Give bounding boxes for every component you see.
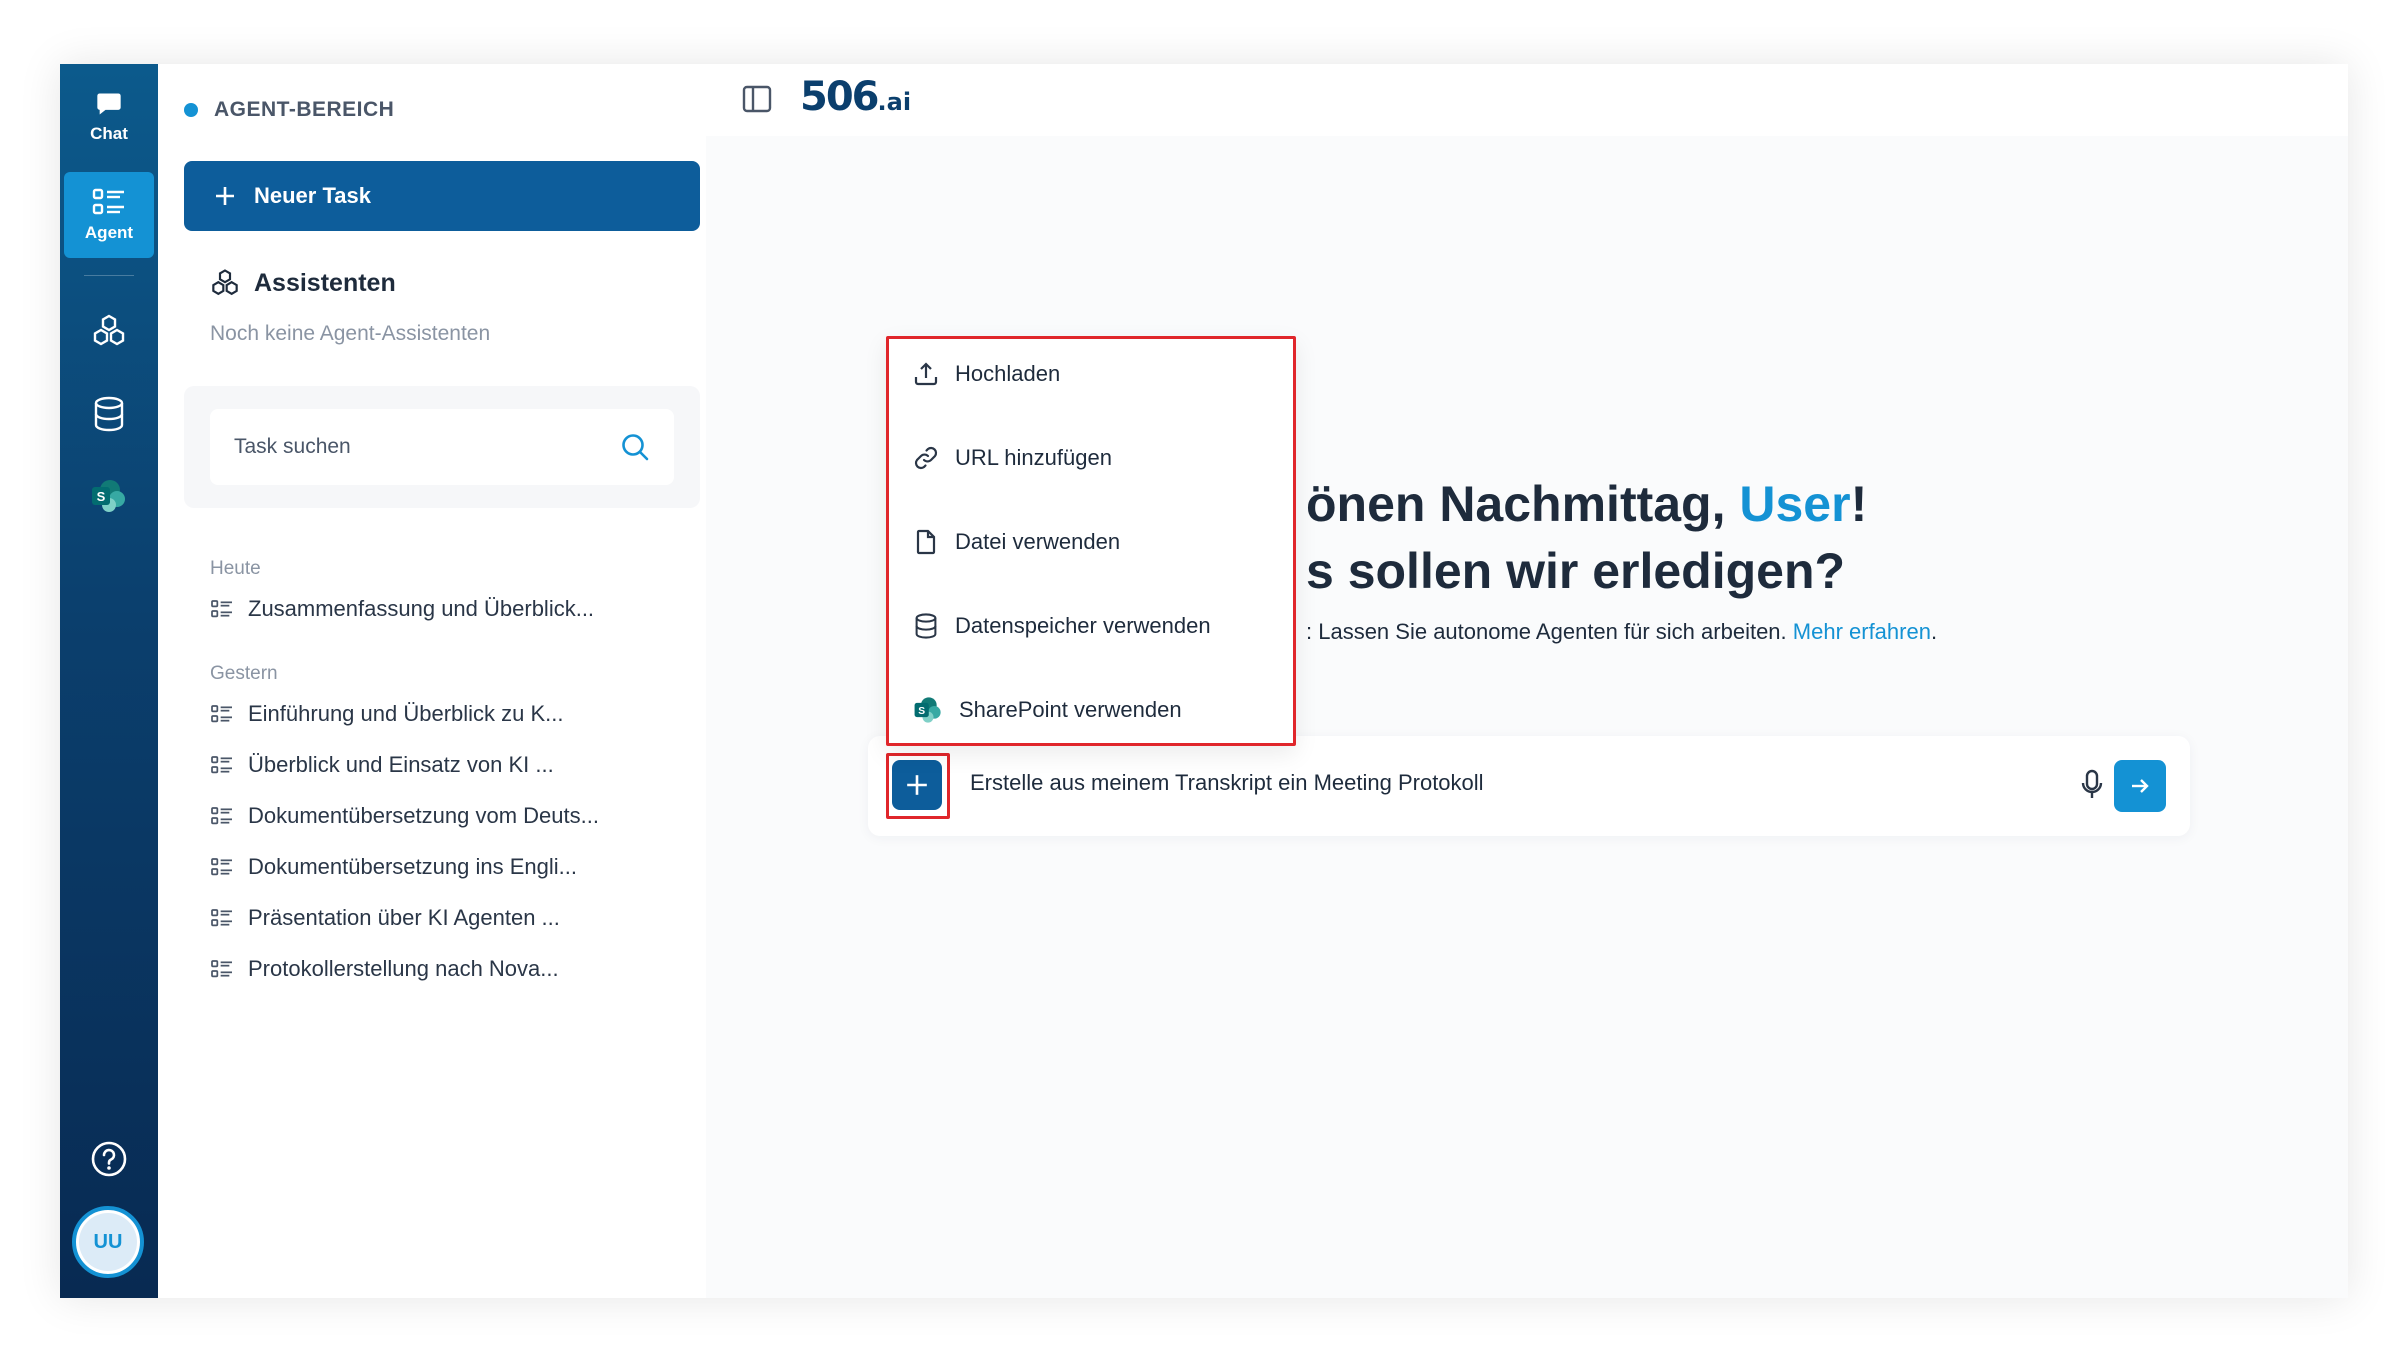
task-item[interactable]: Zusammenfassung und Überblick...: [210, 596, 594, 622]
help-icon: [91, 1141, 127, 1177]
menu-item-add-url[interactable]: URL hinzufügen: [913, 445, 1112, 471]
menu-item-label: Hochladen: [955, 361, 1061, 386]
rail-label-agent: Agent: [84, 223, 134, 242]
main-panel: 506.ai önen Nachmittag, User! s sollen w…: [706, 64, 2348, 1298]
menu-item-use-datastore[interactable]: Datenspeicher verwenden: [913, 613, 1211, 639]
rail-item-sharepoint[interactable]: S: [89, 476, 129, 516]
attachment-menu: Hochladen URL hinzufügen Datei verwenden…: [886, 336, 1296, 746]
tagline-end: .: [1930, 619, 1938, 644]
upload-icon: [914, 362, 938, 386]
area-title: AGENT-BEREICH: [214, 98, 395, 121]
task-item[interactable]: Präsentation über KI Agenten ...: [210, 905, 560, 931]
task-item[interactable]: Dokumentübersetzung vom Deuts...: [210, 803, 599, 829]
task-item-label: Einführung und Überblick zu K...: [248, 701, 564, 726]
task-search-input[interactable]: [234, 435, 594, 459]
greeting-line-2: s sollen wir erledigen?: [1306, 543, 1846, 599]
task-item-label: Zusammenfassung und Überblick...: [248, 596, 595, 621]
group-label-yesterday: Gestern: [210, 663, 278, 684]
file-icon: [916, 529, 936, 555]
greeting-prefix: önen Nachmittag,: [1306, 476, 1740, 532]
microphone-icon[interactable]: [2080, 768, 2104, 802]
task-list-icon: [211, 756, 232, 774]
tagline: : Lassen Sie autonome Agenten für sich a…: [1306, 619, 1937, 645]
assistants-heading[interactable]: Assistenten: [210, 268, 396, 298]
search-icon[interactable]: [620, 432, 650, 462]
rail-divider: [84, 275, 134, 276]
brand-logo: 506.ai: [800, 74, 911, 120]
arrow-right-icon: [2132, 779, 2149, 793]
new-task-label: Neuer Task: [254, 183, 371, 208]
task-item-label: Überblick und Einsatz von KI ...: [248, 752, 554, 777]
task-list-icon: [92, 188, 124, 215]
task-item-label: Präsentation über KI Agenten ...: [248, 905, 560, 930]
link-icon: [914, 446, 938, 470]
plus-icon: [216, 187, 234, 205]
cubes-icon: [93, 314, 125, 346]
assistants-title: Assistenten: [254, 268, 396, 297]
task-sidebar: AGENT-BEREICH Neuer Task Assistenten Noc…: [158, 64, 706, 1298]
task-item-label: Protokollerstellung nach Nova...: [248, 956, 559, 981]
group-label-today: Heute: [210, 558, 261, 579]
status-dot-icon: [184, 103, 198, 117]
task-item[interactable]: Überblick und Einsatz von KI ...: [210, 752, 554, 778]
task-list-icon: [211, 960, 232, 978]
menu-item-label: URL hinzufügen: [955, 445, 1112, 470]
chat-bubble-icon: [97, 93, 121, 115]
sidebar-toggle-icon[interactable]: [742, 84, 772, 114]
task-search-panel: [184, 386, 700, 508]
greeting-line-1: önen Nachmittag, User!: [1306, 472, 1867, 536]
rail-label-chat: Chat: [90, 124, 128, 143]
rail-item-datastore[interactable]: [89, 394, 129, 434]
sharepoint-icon: S: [92, 480, 125, 512]
menu-item-label: Datenspeicher verwenden: [955, 613, 1211, 638]
area-heading: AGENT-BEREICH: [184, 98, 394, 122]
app-window: Chat Agent S UU AGENT-BEREICH Neuer Task: [60, 64, 2348, 1298]
task-list-icon: [211, 705, 232, 723]
menu-item-upload[interactable]: Hochladen: [913, 361, 1060, 387]
task-search-box: [210, 409, 674, 485]
prompt-input-card: Erstelle aus meinem Transkript ein Meeti…: [868, 736, 2190, 836]
task-item-label: Dokumentübersetzung ins Engli...: [248, 854, 577, 879]
logo-suffix: .ai: [877, 88, 912, 116]
menu-item-use-file[interactable]: Datei verwenden: [913, 529, 1120, 555]
task-list-icon: [211, 807, 232, 825]
send-button[interactable]: [2114, 760, 2166, 812]
prompt-input[interactable]: Erstelle aus meinem Transkript ein Meeti…: [970, 770, 1484, 796]
rail-item-help[interactable]: [89, 1139, 129, 1179]
highlight-box: [886, 753, 950, 819]
learn-more-link[interactable]: Mehr erfahren: [1793, 619, 1931, 644]
cubes-icon: [212, 269, 238, 296]
task-item[interactable]: Einführung und Überblick zu K...: [210, 701, 564, 727]
task-list-icon: [211, 909, 232, 927]
assistants-empty-text: Noch keine Agent-Assistenten: [210, 322, 491, 345]
svg-text:S: S: [918, 706, 925, 717]
database-icon: [94, 396, 124, 432]
menu-item-use-sharepoint[interactable]: S SharePoint verwenden: [913, 695, 1182, 725]
user-avatar[interactable]: UU: [72, 1206, 144, 1278]
new-task-button[interactable]: Neuer Task: [184, 161, 700, 231]
task-item-label: Dokumentübersetzung vom Deuts...: [248, 803, 599, 828]
menu-item-label: Datei verwenden: [955, 529, 1121, 554]
top-bar: 506.ai: [706, 64, 2348, 136]
database-icon: [915, 613, 937, 639]
task-list-icon: [211, 600, 232, 618]
task-item[interactable]: Dokumentübersetzung ins Engli...: [210, 854, 577, 880]
rail-item-chat[interactable]: Chat: [64, 74, 154, 160]
rail-item-assistants[interactable]: [89, 311, 129, 351]
greeting-user: User: [1739, 476, 1851, 532]
rail-item-agent[interactable]: Agent: [64, 172, 154, 258]
menu-item-label: SharePoint verwenden: [959, 697, 1182, 722]
tagline-text: : Lassen Sie autonome Agenten für sich a…: [1306, 619, 1793, 644]
sharepoint-icon: S: [914, 697, 941, 723]
greeting-suffix: !: [1850, 476, 1868, 532]
svg-text:S: S: [97, 489, 106, 504]
task-list-icon: [211, 858, 232, 876]
nav-rail: Chat Agent S UU: [60, 64, 158, 1298]
task-item[interactable]: Protokollerstellung nach Nova...: [210, 956, 559, 982]
logo-main: 506: [800, 74, 879, 120]
